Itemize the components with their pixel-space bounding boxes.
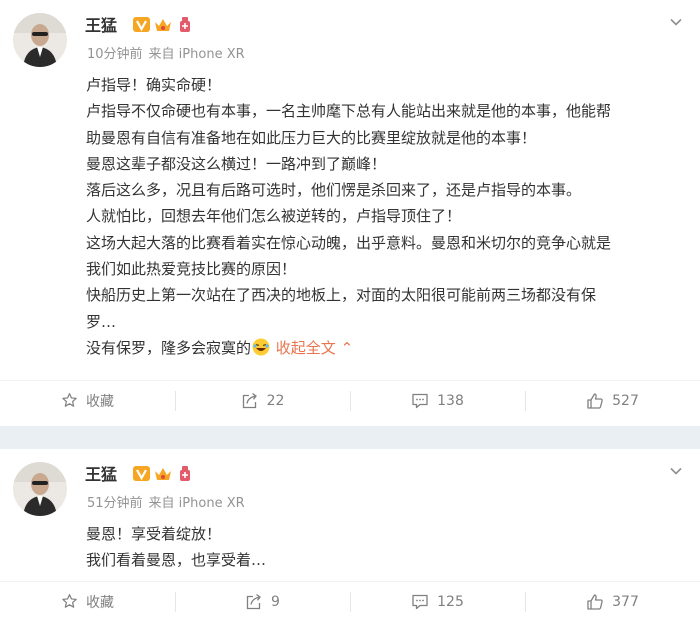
collapse-label[interactable]: 收起全文 [276, 339, 336, 357]
post-card: 王猛 10分钟前 来自 iPhone XR 卢指导！确实命硬！ 卢指导不仅命硬也有… [0, 0, 700, 426]
star-icon [62, 594, 77, 608]
post-meta: 51分钟前 来自 iPhone XR [87, 495, 251, 513]
like-button[interactable]: 527 [525, 381, 700, 420]
post-meta: 10分钟前 来自 iPhone XR [87, 46, 251, 64]
like-button[interactable]: 377 [525, 582, 700, 621]
collapse-text-link[interactable]: 收起全文 ⌃ [276, 339, 353, 357]
favorite-button[interactable]: 收藏 [0, 381, 175, 420]
verified-v-icon [132, 15, 152, 35]
post-time[interactable]: 51分钟前 [87, 496, 143, 511]
author-name[interactable]: 王猛 [85, 464, 117, 486]
star-icon [62, 393, 77, 407]
text-line: 卢指导！确实命硬！ [86, 76, 222, 94]
text-fragment: 没有保罗，隆多会寂寞的 [86, 338, 252, 357]
repost-count: 9 [271, 593, 280, 610]
post-text: 曼恩！享受着绽放！ 我们看着曼恩，也享受着… [86, 521, 686, 574]
like-count: 527 [612, 392, 639, 409]
repost-icon [246, 593, 261, 609]
post-card: 王猛 51分钟前 来自 iPhone XR 曼恩！享受着绽放！ 我们看着曼恩，也享… [0, 449, 700, 629]
comment-button[interactable]: 138 [350, 381, 525, 420]
action-bar: 收藏 9 125 377 [0, 581, 700, 621]
text-line: 这场大起大落的比赛看着实在惊心动魄，出乎意料。曼恩和米切尔的竞争心就是 [86, 233, 612, 252]
repost-button[interactable]: 9 [175, 582, 350, 621]
text-line: 罗… [86, 312, 117, 331]
text-line-last: 没有保罗，隆多会寂寞的 收起全文 ⌃ [86, 335, 686, 361]
text-line: 我们如此热爱竞技比赛的原因！ [86, 260, 297, 279]
thumbs-up-icon [587, 593, 603, 610]
text-line: 曼恩这辈子都没这么横过！一路冲到了巅峰！ [86, 154, 387, 173]
repost-count: 22 [266, 392, 285, 409]
like-count: 377 [612, 593, 639, 610]
verified-v-icon [132, 464, 152, 484]
laughing-emoji-icon [252, 338, 270, 356]
sport-badge-icon[interactable] [175, 464, 195, 484]
chevron-down-icon[interactable] [666, 461, 686, 481]
comment-button[interactable]: 125 [350, 582, 525, 621]
comment-count: 125 [437, 593, 464, 610]
repost-button[interactable]: 22 [175, 381, 350, 420]
vip-crown-icon[interactable] [153, 464, 173, 484]
text-line: 曼恩！享受着绽放！ [86, 525, 222, 543]
favorite-label: 收藏 [86, 594, 114, 611]
thumbs-up-icon [587, 392, 603, 409]
feed-separator [0, 426, 700, 449]
comment-icon [412, 393, 428, 408]
repost-icon [242, 392, 257, 408]
post-time[interactable]: 10分钟前 [87, 47, 143, 62]
vip-crown-icon[interactable] [153, 15, 173, 35]
avatar[interactable] [13, 13, 67, 67]
author-name[interactable]: 王猛 [85, 15, 117, 37]
text-line: 落后这么多，况且有后路可选时，他们愣是杀回来了，还是卢指导的本事。 [86, 181, 582, 200]
text-line: 助曼恩有自信有准备地在如此压力巨大的比赛里绽放就是他的本事！ [86, 128, 537, 147]
avatar[interactable] [13, 462, 67, 516]
chevron-up-icon[interactable]: ⌃ [341, 339, 354, 357]
text-line: 人就怕比，回想去年他们怎么被逆转的，卢指导顶住了！ [86, 207, 462, 226]
post-source: 来自 iPhone XR [148, 47, 245, 62]
favorite-label: 收藏 [86, 393, 114, 410]
sport-badge-icon[interactable] [175, 15, 195, 35]
comment-count: 138 [437, 392, 464, 409]
favorite-button[interactable]: 收藏 [0, 582, 175, 621]
text-line: 我们看着曼恩，也享受着… [86, 551, 267, 570]
comment-icon [412, 594, 428, 609]
text-line: 卢指导不仅命硬也有本事，一名主帅麾下总有人能站出来就是他的本事，他能帮 [86, 102, 612, 121]
action-bar: 收藏 22 138 527 [0, 380, 700, 420]
chevron-down-icon[interactable] [666, 12, 686, 32]
post-source: 来自 iPhone XR [148, 496, 245, 511]
post-text: 卢指导！确实命硬！ 卢指导不仅命硬也有本事，一名主帅麾下总有人能站出来就是他的本… [86, 72, 686, 361]
text-line: 快船历史上第一次站在了西决的地板上，对面的太阳很可能前两三场都没有保 [86, 286, 597, 305]
